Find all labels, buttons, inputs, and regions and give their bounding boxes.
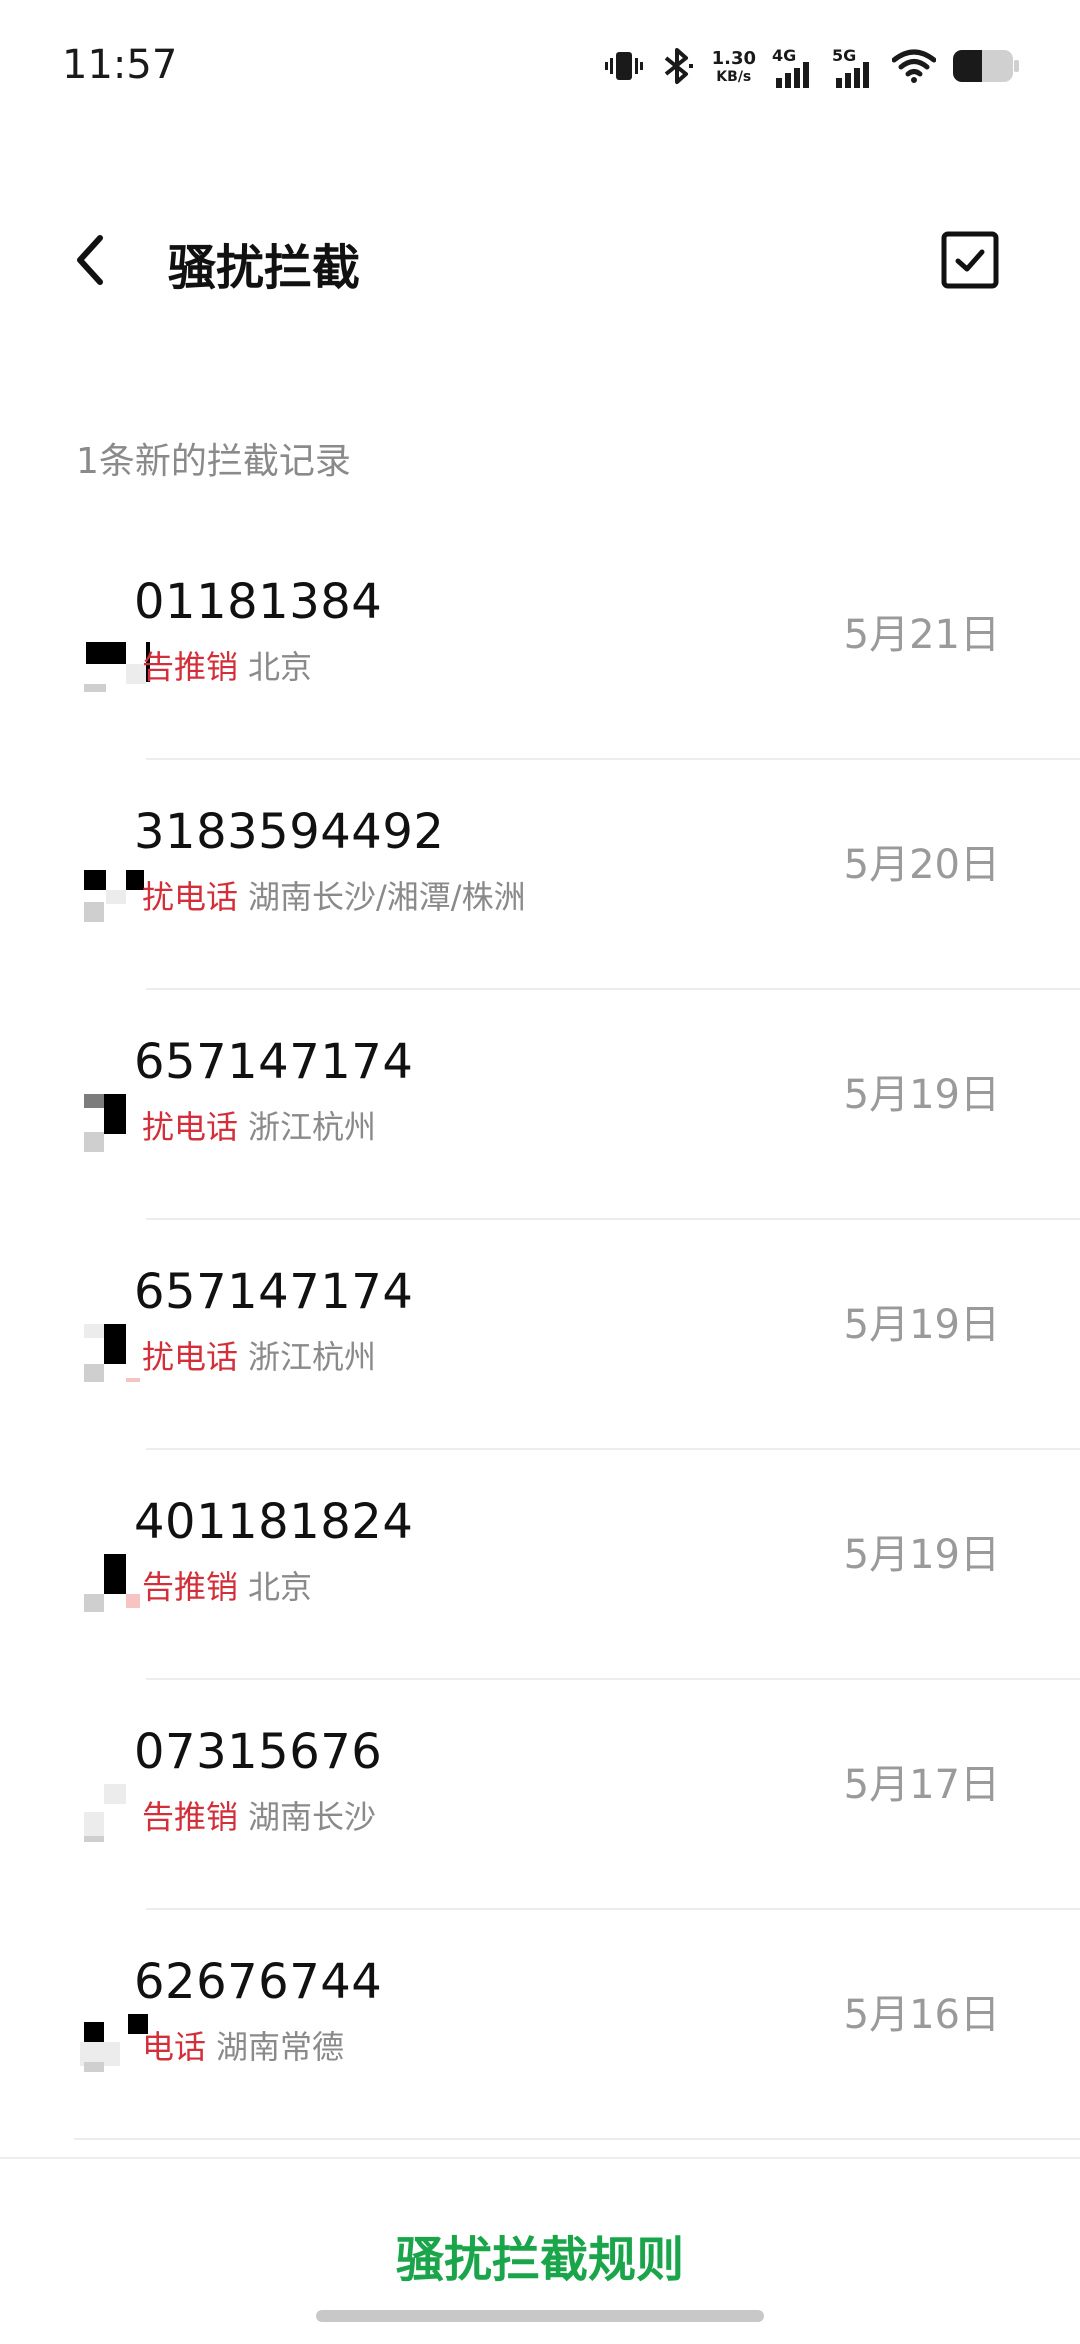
app-header: 骚扰拦截	[0, 200, 1080, 320]
phone-number: 657147174	[134, 1264, 414, 1320]
location: 湖南长沙	[248, 1798, 377, 1836]
record-date: 5月21日	[843, 612, 1000, 658]
page-title: 骚扰拦截	[168, 240, 361, 296]
spam-tag: 告推销	[142, 1568, 239, 1606]
multi-select-button[interactable]	[940, 230, 1000, 290]
divider	[74, 2138, 1080, 2140]
signal-5g: 5G	[832, 46, 876, 88]
record-date: 5月17日	[843, 1762, 1000, 1808]
signal-bars-icon	[776, 62, 809, 88]
record-info: 告推销 湖南长沙	[142, 1792, 376, 1838]
list-item[interactable]: 01181384 告推销 北京 5月21日	[0, 530, 1080, 760]
record-date: 5月16日	[843, 1992, 1000, 2038]
wifi-icon	[891, 48, 937, 88]
phone-number: 401181824	[134, 1494, 414, 1550]
back-button[interactable]	[60, 230, 120, 290]
phone-number: 07315676	[134, 1724, 383, 1780]
location: 浙江杭州	[248, 1338, 377, 1376]
blocked-call-list: 01181384 告推销 北京 5月21日 3183594492 扰电话 湖南长沙/…	[0, 530, 1080, 2140]
home-indicator[interactable]	[316, 2310, 764, 2322]
record-info: 扰电话 湖南长沙/湘潭/株洲	[142, 872, 526, 918]
chevron-left-icon	[77, 235, 103, 285]
record-info: 告推销 北京	[142, 1562, 312, 1608]
spam-tag: 告推销	[142, 1798, 239, 1836]
net-speed-value: 1.30	[711, 48, 756, 69]
record-info: 扰电话 浙江杭州	[142, 1332, 376, 1378]
phone-number: 62676744	[134, 1954, 383, 2010]
list-item[interactable]: 07315676 告推销 湖南长沙 5月17日	[0, 1680, 1080, 1910]
spam-tag: 扰电话	[142, 1338, 239, 1376]
signal-4g: 4G	[772, 46, 816, 88]
record-info: 告推销 北京	[142, 642, 312, 688]
battery-icon	[952, 46, 1020, 90]
phone-number: 657147174	[134, 1034, 414, 1090]
spam-tag: 扰电话	[142, 878, 239, 916]
record-date: 5月20日	[843, 842, 1000, 888]
spam-tag: 告推销	[142, 648, 239, 686]
location: 北京	[248, 1568, 313, 1606]
record-date: 5月19日	[843, 1302, 1000, 1348]
list-item[interactable]: 401181824 告推销 北京 5月19日	[0, 1450, 1080, 1680]
phone-number: 3183594492	[134, 804, 445, 860]
record-info: 电话 湖南常德	[142, 2022, 344, 2068]
spam-tag: 扰电话	[142, 1108, 239, 1146]
spam-tag: 电话	[142, 2028, 207, 2066]
status-time: 11:57	[62, 42, 178, 88]
location: 浙江杭州	[248, 1108, 377, 1146]
location: 北京	[248, 648, 313, 686]
list-item[interactable]: 657147174 扰电话 浙江杭州 5月19日	[0, 1220, 1080, 1450]
status-bar: 11:57 1.30 KB/s 4G 5G	[0, 0, 1080, 140]
list-item[interactable]: 657147174 扰电话 浙江杭州 5月19日	[0, 990, 1080, 1220]
record-date: 5月19日	[843, 1532, 1000, 1578]
record-date: 5月19日	[843, 1072, 1000, 1118]
status-icons: 1.30 KB/s 4G 5G	[604, 44, 1020, 92]
record-info: 扰电话 浙江杭州	[142, 1102, 376, 1148]
location: 湖南常德	[216, 2028, 345, 2066]
checkbox-icon	[941, 231, 999, 289]
new-records-label: 1条新的拦截记录	[76, 441, 351, 482]
block-rules-button[interactable]: 骚扰拦截规则	[0, 2220, 1080, 2290]
screen: 11:57 1.30 KB/s 4G 5G 骚扰拦截 1条新的拦截记录 0118…	[0, 0, 1080, 2344]
net-speed-unit: KB/s	[716, 69, 752, 85]
net-speed: 1.30 KB/s	[712, 50, 756, 86]
vibrate-icon	[604, 46, 644, 90]
footer-divider	[0, 2157, 1080, 2159]
list-item[interactable]: 62676744 电话 湖南常德 5月16日	[0, 1910, 1080, 2140]
signal-bars-icon	[836, 62, 869, 88]
list-item[interactable]: 3183594492 扰电话 湖南长沙/湘潭/株洲 5月20日	[0, 760, 1080, 990]
bluetooth-icon	[660, 46, 696, 90]
phone-number: 01181384	[134, 574, 383, 630]
location: 湖南长沙/湘潭/株洲	[248, 878, 526, 916]
